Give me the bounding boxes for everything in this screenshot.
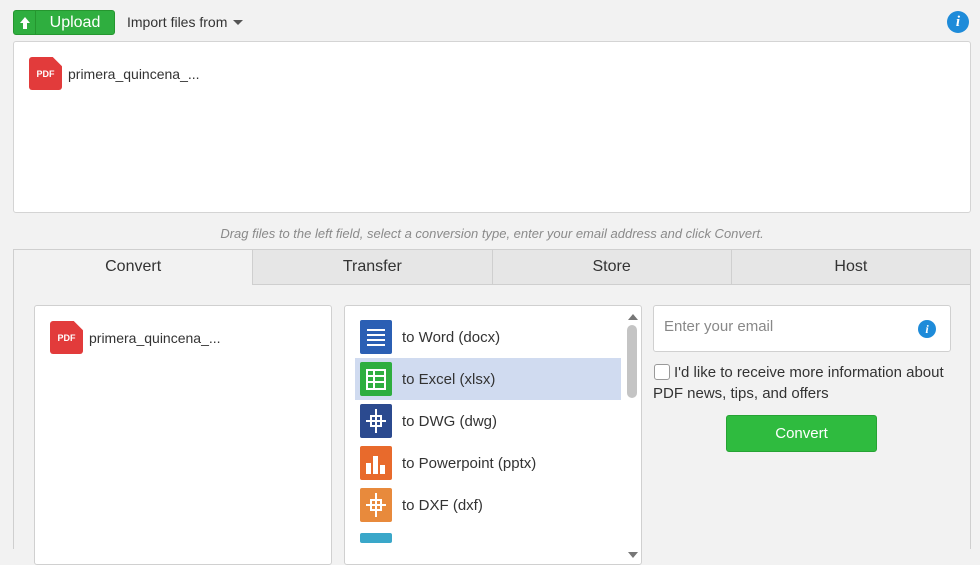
import-files-dropdown[interactable]: Import files from: [127, 14, 244, 30]
list-item[interactable]: PDF primera_quincena_...: [50, 321, 221, 354]
file-name: primera_quincena_...: [68, 65, 200, 82]
conversion-option-label: to DWG (dwg): [402, 412, 498, 430]
email-field-wrapper: i: [653, 305, 951, 352]
conversion-type-list[interactable]: to Word (docx) to Excel (xlsx) to DWG (d…: [344, 305, 642, 565]
newsletter-optin-label[interactable]: I'd like to receive more information abo…: [653, 364, 944, 402]
email-info-icon[interactable]: i: [918, 320, 936, 338]
excel-sheet-icon: [360, 362, 392, 396]
selected-files-list[interactable]: PDF primera_quincena_...: [34, 305, 332, 565]
action-panel: Convert Transfer Store Host PDF primera_…: [13, 249, 971, 565]
scroll-down-arrow-icon[interactable]: [628, 552, 638, 558]
powerpoint-chart-icon: [360, 446, 392, 480]
import-files-label: Import files from: [127, 14, 228, 30]
conversion-option-word[interactable]: to Word (docx): [355, 316, 621, 358]
file-name: primera_quincena_...: [89, 329, 221, 346]
tab-convert[interactable]: Convert: [14, 250, 253, 285]
newsletter-optin: I'd like to receive more information abo…: [653, 362, 953, 404]
conversion-option-label: to Word (docx): [402, 328, 501, 346]
tab-host[interactable]: Host: [730, 250, 970, 285]
toolbar: Upload Import files from i: [0, 0, 980, 42]
tab-store[interactable]: Store: [491, 250, 731, 285]
tab-bar: Convert Transfer Store Host: [14, 250, 970, 285]
pdf-file-icon: PDF: [29, 57, 62, 90]
instruction-hint: Drag files to the left field, select a c…: [220, 226, 764, 241]
convert-button[interactable]: Convert: [726, 415, 877, 452]
upload-button[interactable]: Upload: [13, 10, 115, 35]
uploaded-file[interactable]: PDF primera_quincena_...: [29, 57, 200, 90]
format-icon: [360, 533, 392, 543]
upload-arrow-icon: [14, 11, 36, 34]
upload-label: Upload: [49, 13, 101, 31]
info-icon[interactable]: i: [947, 11, 969, 33]
conversion-option-label: to DXF (dxf): [402, 496, 483, 514]
word-doc-icon: [360, 320, 392, 354]
file-drop-zone[interactable]: PDF primera_quincena_...: [13, 41, 971, 213]
conversion-option-dwg[interactable]: to DWG (dwg): [355, 400, 621, 442]
conversion-option-partial[interactable]: [355, 528, 621, 548]
tab-transfer[interactable]: Transfer: [252, 250, 492, 285]
scrollbar-thumb[interactable]: [627, 325, 637, 398]
dxf-cad-icon: [360, 488, 392, 522]
conversion-option-label: to Powerpoint (pptx): [402, 454, 537, 472]
scroll-up-arrow-icon[interactable]: [628, 314, 638, 320]
conversion-option-powerpoint[interactable]: to Powerpoint (pptx): [355, 442, 621, 484]
convert-tab-content: PDF primera_quincena_... to Word (docx) …: [14, 285, 970, 565]
conversion-option-label: to Excel (xlsx): [402, 370, 496, 388]
caret-down-icon: [233, 19, 244, 25]
dwg-cad-icon: [360, 404, 392, 438]
scrollbar[interactable]: [625, 306, 639, 564]
conversion-option-excel[interactable]: to Excel (xlsx): [355, 358, 621, 400]
newsletter-checkbox[interactable]: [654, 364, 670, 380]
pdf-file-icon: PDF: [50, 321, 83, 354]
conversion-option-dxf[interactable]: to DXF (dxf): [355, 484, 621, 526]
email-input[interactable]: [664, 318, 904, 335]
